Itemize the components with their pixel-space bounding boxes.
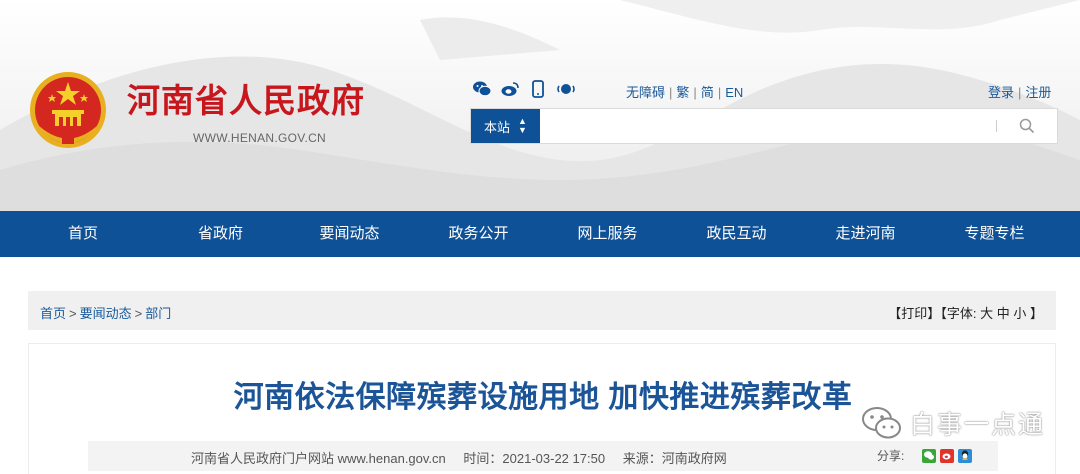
watermark-text: 白事一点通 [910,411,1046,439]
site-title[interactable]: 河南省人民政府 [127,84,365,117]
nav-item-home[interactable]: 首页 [0,211,156,257]
nav-item-about-henan[interactable]: 走进河南 [801,211,930,257]
audio-icon[interactable] [557,80,575,98]
nav-item-special-topics[interactable]: 专题专栏 [930,211,1059,257]
font-size-close: 】 [1029,306,1043,321]
meta-source-site: 河南省人民政府门户网站 www.henan.gov.cn [191,451,446,466]
breadcrumb-separator: > [134,306,143,321]
separator: | [1018,85,1022,100]
article-meta-bar: 河南省人民政府门户网站 www.henan.gov.cn 时间：2021-03-… [88,441,998,471]
share-qq-icon[interactable] [958,448,973,463]
simplified-chinese-link[interactable]: 简 [701,85,714,100]
breadcrumb: 首页 > 要闻动态 > 部门 [40,303,171,322]
nav-item-gov-affairs[interactable]: 政务公开 [414,211,543,257]
traditional-chinese-link[interactable]: 繁 [676,85,689,100]
font-small-button[interactable]: 小 [1013,306,1026,321]
site-header: 河南省人民政府 WWW.HENAN.GOV.CN 无障碍 | 繁 | 简 | EN 登录 | 注… [0,0,1080,211]
wechat-icon[interactable] [473,80,491,98]
search-input[interactable] [540,109,996,143]
breadcrumb-bar: 首页 > 要闻动态 > 部门 【打印】【字体: 大 中 小 】 [28,291,1056,330]
wechat-watermark: 白事一点通 [862,405,1045,441]
nav-item-interaction[interactable]: 政民互动 [672,211,801,257]
accessibility-link[interactable]: 无障碍 [626,85,665,100]
wechat-icon [862,407,901,439]
font-large-button[interactable]: 大 [980,306,993,321]
search-button[interactable] [997,109,1057,143]
search-bar: 本站 ▲ ▼ [470,108,1058,144]
search-icon [1019,118,1035,134]
national-emblem-icon [30,72,106,148]
mobile-icon[interactable] [529,80,547,98]
weibo-icon[interactable] [501,80,519,98]
language-links: 无障碍 | 繁 | 简 | EN [626,82,743,101]
login-link[interactable]: 登录 [988,85,1014,100]
nav-item-provincial-gov[interactable]: 省政府 [156,211,285,257]
separator: | [693,85,697,100]
search-scope-label: 本站 [484,119,511,135]
share-wechat-icon[interactable] [922,448,937,463]
meta-origin: 来源：河南政府网 [622,451,727,466]
share-bar: 分享: [877,447,973,464]
article-tools: 【打印】【字体: 大 中 小 】 [888,303,1043,322]
share-weibo-icon[interactable] [940,448,955,463]
breadcrumb-separator: > [69,306,77,321]
breadcrumb-news[interactable]: 要闻动态 [80,306,132,321]
separator: | [717,85,722,100]
main-nav: 首页 省政府 要闻动态 政务公开 网上服务 政民互动 走进河南 专题专栏 [0,211,1080,257]
print-button[interactable]: 【打印】 [888,306,940,321]
sort-arrows-icon: ▲ ▼ [518,116,527,135]
separator: | [669,85,673,100]
font-size-label: 【字体: [940,306,977,321]
auth-links: 登录 | 注册 [988,82,1051,101]
search-scope-select[interactable]: 本站 ▲ ▼ [471,109,540,143]
nav-item-news[interactable]: 要闻动态 [285,211,414,257]
register-link[interactable]: 注册 [1025,85,1051,100]
breadcrumb-department[interactable]: 部门 [145,306,171,321]
share-label: 分享: [877,449,905,463]
font-medium-button[interactable]: 中 [997,306,1010,321]
social-links [473,80,575,98]
english-link[interactable]: EN [725,85,743,100]
meta-time: 时间：2021-03-22 17:50 [463,451,606,466]
nav-item-online-services[interactable]: 网上服务 [543,211,672,257]
site-url: WWW.HENAN.GOV.CN [193,131,327,145]
article-meta: 河南省人民政府门户网站 www.henan.gov.cn 时间：2021-03-… [191,448,727,467]
breadcrumb-home[interactable]: 首页 [40,306,66,321]
